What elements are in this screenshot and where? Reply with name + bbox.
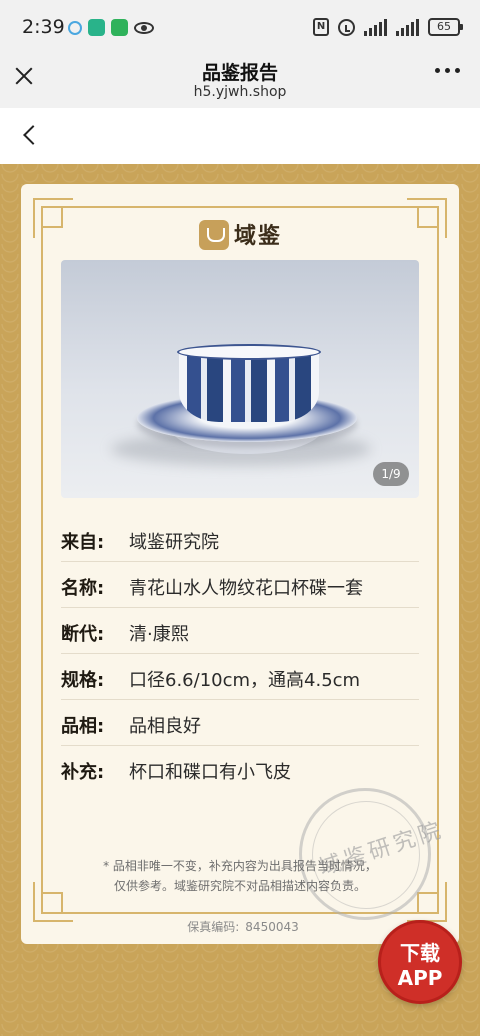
info-value: 杯口和碟口有小飞皮 xyxy=(129,762,291,783)
chat-bubble-icon xyxy=(68,21,82,35)
info-row-size: 规格: 口径6.6/10cm，通高4.5cm xyxy=(61,654,419,700)
system-icons: N 65 xyxy=(313,18,463,36)
cup-rim xyxy=(177,344,321,360)
notification-icons xyxy=(68,19,154,36)
info-row-supplement: 补充: 杯口和碟口有小飞皮 xyxy=(61,746,419,792)
signal-icon-2 xyxy=(396,18,419,36)
cup-illustration xyxy=(179,350,319,422)
disclaimer: * 品相非唯一不变，补充内容为出具报告当时情况， 仅供参考。域鉴研究院不对品相描… xyxy=(61,856,419,896)
info-value: 清·康熙 xyxy=(129,624,189,645)
info-row-name: 名称: 青花山水人物纹花口杯碟一套 xyxy=(61,562,419,608)
serial-label: 保真编码: xyxy=(187,920,240,934)
info-row-period: 断代: 清·康熙 xyxy=(61,608,419,654)
info-value: 域鉴研究院 xyxy=(129,532,219,553)
info-row-source: 来自: 域鉴研究院 xyxy=(61,516,419,562)
shop-app-icon xyxy=(111,19,128,36)
more-options-icon[interactable] xyxy=(435,68,460,73)
logo-icon xyxy=(199,220,229,250)
download-app-button[interactable]: 下载 APP xyxy=(378,920,462,1004)
info-row-condition: 品相: 品相良好 xyxy=(61,700,419,746)
info-label: 规格: xyxy=(61,670,105,691)
info-label: 断代: xyxy=(61,624,105,645)
nfc-icon: N xyxy=(313,18,329,36)
back-arrow-icon[interactable] xyxy=(20,124,38,146)
logo-text: 域鉴 xyxy=(234,223,283,249)
info-value: 品相良好 xyxy=(129,716,201,737)
photo-counter: 1/9 xyxy=(373,462,409,486)
page-url: h5.yjwh.shop xyxy=(193,84,287,100)
info-list: 来自: 域鉴研究院 名称: 青花山水人物纹花口杯碟一套 断代: 清·康熙 规格:… xyxy=(61,516,419,792)
serial-value: 8450043 xyxy=(245,920,299,934)
research-institute-seal: 域鉴研究院 xyxy=(299,788,447,920)
shield-app-icon xyxy=(88,19,105,36)
info-label: 名称: xyxy=(61,578,105,599)
battery-icon: 65 xyxy=(428,18,463,36)
disclaimer-line: * 品相非唯一不变，补充内容为出具报告当时情况， xyxy=(103,859,377,873)
disclaimer-line: 仅供参考。域鉴研究院不对品相描述内容负责。 xyxy=(113,879,366,893)
info-label: 来自: xyxy=(61,532,105,553)
status-bar: 2:39 N 65 xyxy=(0,0,480,56)
signal-icon-1 xyxy=(364,18,387,36)
info-value: 青花山水人物纹花口杯碟一套 xyxy=(129,578,363,599)
brand-logo: 域鉴 xyxy=(199,220,283,252)
alarm-icon xyxy=(338,18,355,36)
item-photo[interactable]: 1/9 xyxy=(61,260,419,498)
info-value: 口径6.6/10cm，通高4.5cm xyxy=(129,670,361,691)
browser-title-bar: 品鉴报告 h5.yjwh.shop xyxy=(0,56,480,108)
info-label: 品相: xyxy=(61,716,105,737)
download-app-line1: 下载 xyxy=(400,941,440,965)
status-time: 2:39 xyxy=(22,16,65,38)
eye-icon xyxy=(134,22,154,34)
page-title: 品鉴报告 xyxy=(201,62,278,84)
info-label: 补充: xyxy=(61,762,105,783)
nav-bar xyxy=(0,108,480,164)
frame-corner xyxy=(407,198,447,238)
report-card: 域鉴 1/9 来自: 域鉴研究院 名称: 青花山水人物纹花口杯碟一套 断代: 清… xyxy=(21,184,459,944)
download-app-line2: APP xyxy=(397,966,443,990)
frame-corner xyxy=(33,198,73,238)
